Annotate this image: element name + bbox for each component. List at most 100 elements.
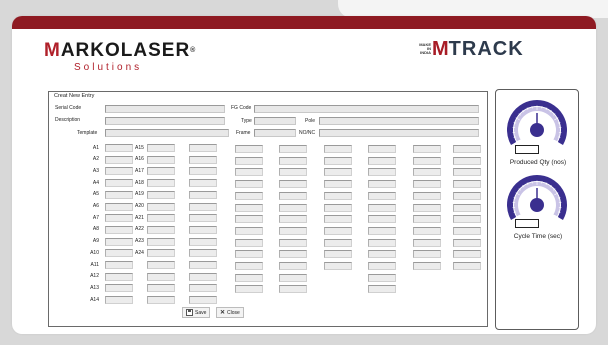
grid-cell-c[interactable] — [189, 214, 217, 223]
grid-cell-col5[interactable] — [279, 262, 307, 270]
grid-cell-col8[interactable] — [413, 203, 441, 212]
grid-cell-a[interactable] — [105, 167, 133, 176]
grid-cell-col9[interactable] — [453, 145, 481, 153]
grid-cell-a[interactable] — [105, 284, 133, 293]
grid-cell-c[interactable] — [189, 272, 217, 281]
grid-cell-col7[interactable] — [368, 238, 396, 247]
grid-cell-col7[interactable] — [368, 203, 396, 212]
grid-cell-col8[interactable] — [413, 215, 441, 224]
grid-cell-col4[interactable] — [235, 215, 263, 224]
grid-cell-col6[interactable] — [324, 203, 352, 212]
grid-cell-col4[interactable] — [235, 180, 263, 189]
grid-cell-col5[interactable] — [279, 203, 307, 212]
grid-cell-col6[interactable] — [324, 226, 352, 235]
grid-cell-col5[interactable] — [279, 285, 307, 294]
grid-cell-b[interactable] — [147, 261, 175, 269]
grid-cell-col7[interactable] — [368, 168, 396, 177]
grid-cell-b[interactable] — [147, 179, 175, 188]
grid-cell-col5[interactable] — [279, 250, 307, 259]
grid-cell-col4[interactable] — [235, 238, 263, 247]
grid-cell-b[interactable] — [147, 284, 175, 293]
grid-cell-col6[interactable] — [324, 238, 352, 247]
grid-cell-col4[interactable] — [235, 226, 263, 235]
grid-cell-col9[interactable] — [453, 191, 481, 200]
grid-cell-col4[interactable] — [235, 191, 263, 200]
grid-cell-col7[interactable] — [368, 273, 396, 282]
nonc-input[interactable] — [319, 129, 479, 137]
grid-cell-col4[interactable] — [235, 250, 263, 259]
grid-cell-c[interactable] — [189, 249, 217, 258]
type-input[interactable] — [254, 117, 296, 125]
grid-cell-col8[interactable] — [413, 238, 441, 247]
grid-cell-col7[interactable] — [368, 191, 396, 200]
grid-cell-col5[interactable] — [279, 273, 307, 282]
grid-cell-col7[interactable] — [368, 262, 396, 270]
grid-cell-col4[interactable] — [235, 168, 263, 177]
serial-code-input[interactable] — [105, 105, 225, 113]
grid-cell-col6[interactable] — [324, 191, 352, 200]
grid-cell-col9[interactable] — [453, 250, 481, 259]
grid-cell-col6[interactable] — [324, 250, 352, 259]
grid-cell-c[interactable] — [189, 144, 217, 152]
grid-cell-col5[interactable] — [279, 180, 307, 189]
grid-cell-col5[interactable] — [279, 238, 307, 247]
grid-cell-col9[interactable] — [453, 180, 481, 189]
grid-cell-col6[interactable] — [324, 215, 352, 224]
grid-cell-a[interactable] — [105, 155, 133, 164]
grid-cell-c[interactable] — [189, 284, 217, 293]
grid-cell-col7[interactable] — [368, 215, 396, 224]
grid-cell-col5[interactable] — [279, 191, 307, 200]
grid-cell-col8[interactable] — [413, 168, 441, 177]
grid-cell-col8[interactable] — [413, 262, 441, 270]
grid-cell-b[interactable] — [147, 167, 175, 176]
grid-cell-a[interactable] — [105, 179, 133, 188]
grid-cell-a[interactable] — [105, 237, 133, 246]
grid-cell-col7[interactable] — [368, 250, 396, 259]
grid-cell-col9[interactable] — [453, 262, 481, 270]
grid-cell-col4[interactable] — [235, 273, 263, 282]
grid-cell-a[interactable] — [105, 249, 133, 258]
grid-cell-col7[interactable] — [368, 226, 396, 235]
grid-cell-col5[interactable] — [279, 226, 307, 235]
grid-cell-col9[interactable] — [453, 238, 481, 247]
grid-cell-col7[interactable] — [368, 156, 396, 165]
grid-cell-col6[interactable] — [324, 145, 352, 153]
grid-cell-a[interactable] — [105, 190, 133, 199]
grid-cell-col9[interactable] — [453, 226, 481, 235]
grid-cell-c[interactable] — [189, 261, 217, 269]
grid-cell-b[interactable] — [147, 202, 175, 211]
grid-cell-col8[interactable] — [413, 180, 441, 189]
grid-cell-col7[interactable] — [368, 145, 396, 153]
grid-cell-col4[interactable] — [235, 285, 263, 294]
grid-cell-b[interactable] — [147, 225, 175, 234]
grid-cell-a[interactable] — [105, 261, 133, 269]
grid-cell-c[interactable] — [189, 167, 217, 176]
pole-input[interactable] — [319, 117, 479, 125]
template-input[interactable] — [105, 129, 229, 137]
grid-cell-col5[interactable] — [279, 156, 307, 165]
grid-cell-b[interactable] — [147, 155, 175, 164]
grid-cell-col9[interactable] — [453, 203, 481, 212]
grid-cell-col4[interactable] — [235, 203, 263, 212]
grid-cell-a[interactable] — [105, 296, 133, 305]
fg-code-input[interactable] — [254, 105, 479, 113]
grid-cell-a[interactable] — [105, 214, 133, 223]
grid-cell-col4[interactable] — [235, 145, 263, 153]
grid-cell-b[interactable] — [147, 237, 175, 246]
grid-cell-b[interactable] — [147, 144, 175, 152]
grid-cell-c[interactable] — [189, 179, 217, 188]
grid-cell-col4[interactable] — [235, 262, 263, 270]
grid-cell-b[interactable] — [147, 296, 175, 305]
grid-cell-col8[interactable] — [413, 145, 441, 153]
grid-cell-a[interactable] — [105, 225, 133, 234]
close-button[interactable]: ✕ Close — [216, 307, 244, 318]
grid-cell-b[interactable] — [147, 190, 175, 199]
grid-cell-c[interactable] — [189, 202, 217, 211]
grid-cell-c[interactable] — [189, 155, 217, 164]
grid-cell-col5[interactable] — [279, 215, 307, 224]
description-input[interactable] — [105, 117, 225, 125]
grid-cell-col6[interactable] — [324, 262, 352, 270]
grid-cell-col7[interactable] — [368, 180, 396, 189]
grid-cell-col6[interactable] — [324, 168, 352, 177]
grid-cell-col6[interactable] — [324, 156, 352, 165]
